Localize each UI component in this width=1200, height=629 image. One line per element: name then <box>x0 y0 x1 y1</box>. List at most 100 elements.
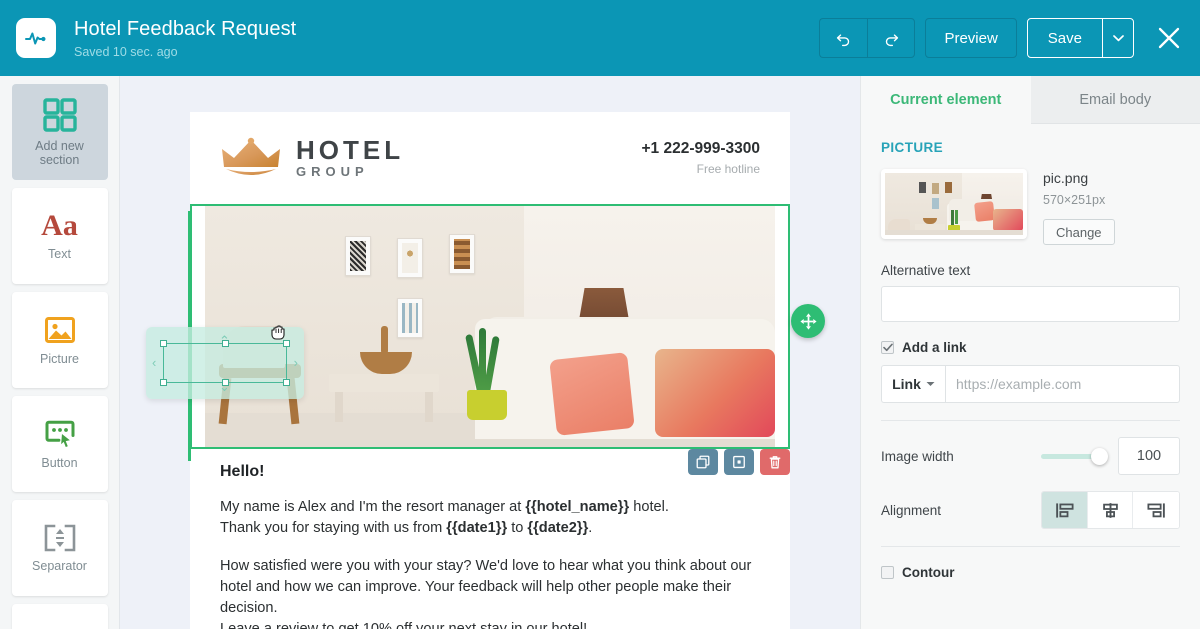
sidebar-item-picture[interactable]: Picture <box>11 292 108 388</box>
sidebar-item-text[interactable]: Aa Text <box>11 188 108 284</box>
alignment-row: Alignment <box>881 491 1180 529</box>
change-image-button[interactable]: Change <box>1043 219 1115 245</box>
pulse-icon <box>25 32 46 45</box>
blocks-sidebar: Add new section Aa Text Picture Button S… <box>0 76 120 629</box>
preview-button[interactable]: Preview <box>925 18 1017 58</box>
picture-meta: pic.png 570×251px Change <box>1043 169 1115 245</box>
undo-arrow-icon <box>837 33 850 46</box>
thanks-b: . <box>588 520 593 536</box>
document-title-block: Hotel Feedback Request Saved 10 sec. ago <box>74 17 296 60</box>
chevron-left-icon: ‹ <box>152 355 157 370</box>
save-dropdown-button[interactable] <box>1103 19 1133 57</box>
align-right-button[interactable] <box>1133 492 1179 528</box>
merge-tag-hotel-name: {{hotel_name}} <box>525 499 630 515</box>
thanks-mid: to <box>507 520 528 536</box>
add-link-checkbox[interactable] <box>881 341 894 354</box>
brand-name: HOTEL GROUP <box>296 136 404 180</box>
plant-pot <box>467 390 507 420</box>
phone-note: Free hotline <box>696 161 760 176</box>
align-center-icon <box>1102 502 1118 518</box>
top-actions: Preview Save <box>819 18 1186 58</box>
link-type-dropdown[interactable]: Link <box>881 365 945 403</box>
duplicate-element-button[interactable] <box>688 449 718 475</box>
save-button[interactable]: Save <box>1028 19 1103 57</box>
sidebar-item-label: Picture <box>40 352 79 366</box>
image-width-row: Image width <box>881 437 1180 475</box>
alt-text-label: Alternative text <box>881 263 971 278</box>
contour-label: Contour <box>902 565 955 580</box>
undo-button[interactable] <box>819 18 868 58</box>
sidebar-item-add-new-section[interactable]: Add new section <box>11 84 108 180</box>
sidebar-item-button[interactable]: Button <box>11 396 108 492</box>
add-link-row: Add a link <box>881 340 1180 355</box>
picture-filename: pic.png <box>1043 170 1089 186</box>
alt-text-input[interactable] <box>881 286 1180 322</box>
link-input-row: Link <box>881 365 1180 403</box>
thumbnail-image <box>885 173 1023 235</box>
image-icon <box>44 317 75 343</box>
align-left-icon <box>1056 502 1074 518</box>
delete-element-button[interactable] <box>760 449 790 475</box>
picture-drag-handle[interactable] <box>791 304 825 338</box>
align-right-icon <box>1147 502 1165 518</box>
picture-dimensions: 570×251px <box>1043 193 1106 207</box>
wall-frame-4 <box>397 298 423 338</box>
contour-row: Contour <box>881 565 1180 580</box>
chevron-up-icon: ⌃ <box>219 333 230 348</box>
brand-contact: +1 222-999-3300 Free hotline <box>641 140 760 177</box>
merge-tag-date1: {{date1}} <box>446 520 508 536</box>
checkmark-icon <box>882 343 893 352</box>
side-table-leg-right <box>425 392 433 422</box>
resize-handle-tl[interactable] <box>160 340 167 347</box>
merge-tag-date2: {{date2}} <box>527 520 589 536</box>
cushion-coral <box>549 352 635 436</box>
tab-email-body[interactable]: Email body <box>1030 76 1200 124</box>
tab-current-element[interactable]: Current element <box>861 76 1031 124</box>
panel-divider-1 <box>881 420 1180 421</box>
contour-checkbox[interactable] <box>881 566 894 579</box>
close-x-icon <box>1158 27 1180 49</box>
greeting-text: Hello! <box>220 463 265 480</box>
save-to-library-button[interactable] <box>724 449 754 475</box>
align-left-button[interactable] <box>1042 492 1088 528</box>
four-squares-grid-icon <box>42 98 77 132</box>
sidebar-item-more[interactable] <box>11 604 108 629</box>
decor-stem <box>381 326 388 354</box>
grabbing-hand-icon <box>271 325 285 340</box>
image-width-slider[interactable] <box>1041 446 1108 466</box>
align-center-button[interactable] <box>1087 492 1134 528</box>
side-table-leg-left <box>335 392 343 422</box>
resize-handle-bl[interactable] <box>160 379 167 386</box>
top-header-bar: Hotel Feedback Request Saved 10 sec. ago <box>0 0 1200 76</box>
thanks-a: Thank you for staying with us from <box>220 520 447 536</box>
resize-handle-br[interactable] <box>283 379 290 386</box>
picture-thumbnail[interactable] <box>881 169 1027 239</box>
slider-thumb[interactable] <box>1091 447 1108 465</box>
sidebar-item-separator[interactable]: Separator <box>11 500 108 596</box>
resize-handle-tr[interactable] <box>283 340 290 347</box>
email-text-block[interactable]: Hello! My name is Alex and I'm the resor… <box>190 449 790 629</box>
sidebar-label-line1: Add new <box>35 139 84 153</box>
phone-number: +1 222-999-3300 <box>641 139 760 157</box>
picture-info-row: pic.png 570×251px Change <box>881 169 1180 245</box>
redo-button[interactable] <box>867 18 916 58</box>
sidebar-item-label: Separator <box>32 559 87 573</box>
chevron-right-icon: › <box>293 355 298 370</box>
wall-frame-2 <box>397 238 423 278</box>
crown-icon <box>222 137 280 175</box>
brand-name-line2: GROUP <box>296 164 369 179</box>
close-button[interactable] <box>1152 21 1186 55</box>
intro-paragraph: My name is Alex and I'm the resort manag… <box>220 497 760 539</box>
email-brand-header[interactable]: HOTEL GROUP +1 222-999-3300 Free hotline <box>190 112 790 204</box>
undo-redo-group <box>819 18 916 58</box>
saved-status: Saved 10 sec. ago <box>74 44 178 59</box>
sidebar-item-label: Button <box>41 456 78 470</box>
panel-body: PICTURE pic.png 570×251px Change Alterna… <box>861 124 1200 580</box>
link-url-input[interactable] <box>945 365 1180 403</box>
redo-arrow-icon <box>885 33 899 46</box>
trash-icon <box>769 455 781 468</box>
save-button-group: Save <box>1026 18 1134 58</box>
panel-tabs: Current element Email body <box>861 76 1200 124</box>
image-width-input[interactable] <box>1118 437 1180 475</box>
intro-a: My name is Alex and I'm the resort manag… <box>220 499 526 515</box>
